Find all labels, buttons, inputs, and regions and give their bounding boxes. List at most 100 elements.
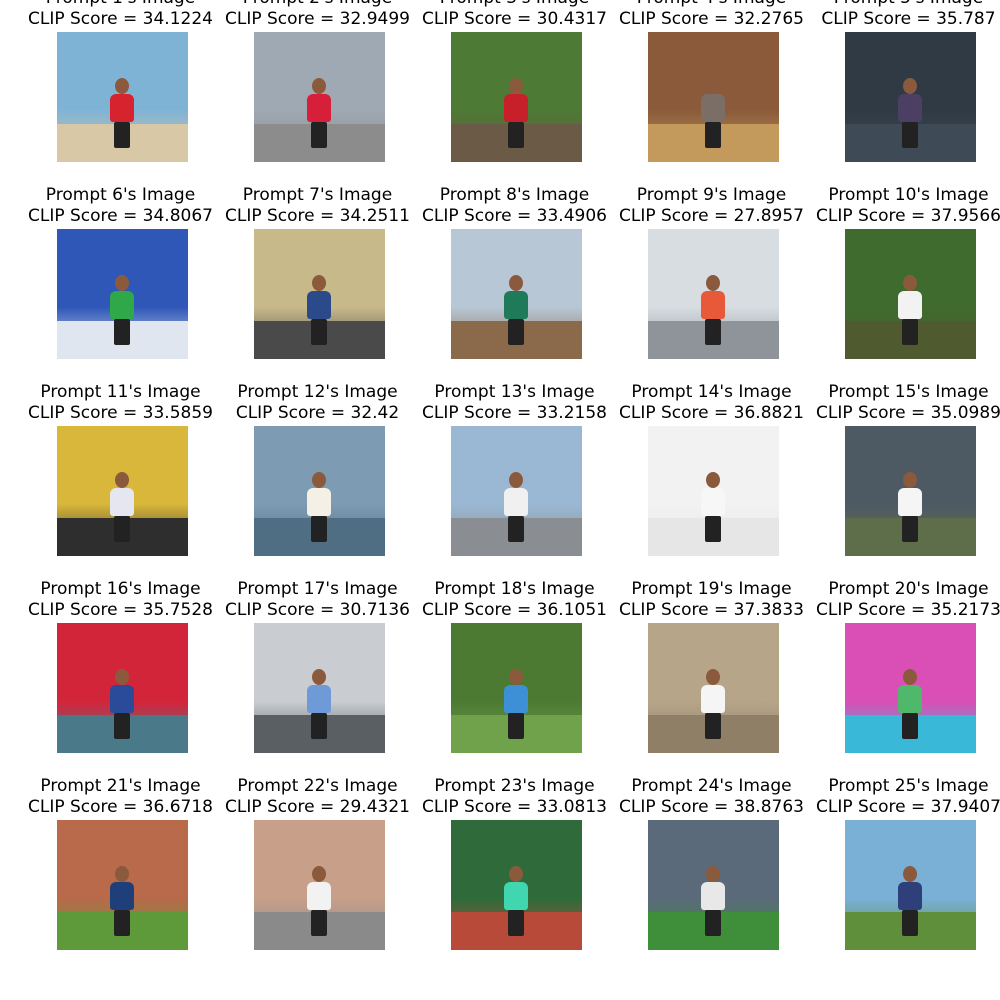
person-figure [896,472,924,542]
clip-score-label: CLIP Score = 37.9566 [816,206,1000,226]
person-head [115,275,129,291]
generated-image [451,820,582,950]
grid-cell: Prompt 16's Image CLIP Score = 35.7528 [22,579,219,788]
clip-score-label: CLIP Score = 37.3833 [619,600,804,620]
person-head [115,78,129,94]
grid-cell: Prompt 12's Image CLIP Score = 32.42 [219,382,416,591]
person-shirt [504,291,528,319]
cell-title: Prompt 7's Image [242,185,393,205]
person-shirt [307,882,331,910]
person-head [903,866,917,882]
person-figure [896,275,924,345]
person-head [509,275,523,291]
cell-title: Prompt 4's Image [613,0,810,9]
person-legs [705,713,721,739]
person-shirt [701,94,725,122]
generated-image [648,820,779,950]
person-shirt [701,488,725,516]
clip-score-label: CLIP Score = 33.4906 [422,206,607,226]
generated-image [845,229,976,359]
clip-score-label: CLIP Score = 27.8957 [619,206,804,226]
grid-cell: Prompt 10's Image CLIP Score = 37.9566 [810,185,1000,394]
person-figure [502,669,530,739]
generated-image [451,623,582,753]
generated-image [57,426,188,556]
person-figure [108,275,136,345]
cell-title: Prompt 3's Image [416,0,613,9]
clip-score-label: CLIP Score = 30.4317 [422,9,607,29]
person-legs [508,910,524,936]
generated-image [451,32,582,162]
cell-title: Prompt 22's Image [237,776,398,796]
person-figure [699,275,727,345]
person-head [115,472,129,488]
person-head [706,275,720,291]
generated-image [648,32,779,162]
person-figure [699,669,727,739]
person-shirt [504,685,528,713]
person-figure [699,866,727,936]
person-shirt [110,291,134,319]
person-legs [508,122,524,148]
person-shirt [110,488,134,516]
grid-cell: Prompt 3's ImageCLIP Score = 30.4317 [416,0,613,197]
person-head [509,866,523,882]
generated-image [57,32,188,162]
grid-cell: Prompt 9's Image CLIP Score = 27.8957 [613,185,810,394]
person-shirt [898,488,922,516]
person-head [509,78,523,94]
person-shirt [898,291,922,319]
cell-title: Prompt 8's Image [439,185,590,205]
person-shirt [110,882,134,910]
generated-image [451,229,582,359]
person-shirt [307,291,331,319]
cell-title: Prompt 19's Image [631,579,792,599]
person-legs [311,319,327,345]
person-figure [305,669,333,739]
grid-cell: Prompt 7's Image CLIP Score = 34.2511 [219,185,416,394]
person-legs [114,910,130,936]
person-legs [705,910,721,936]
grid-cell: Prompt 6's Image CLIP Score = 34.8067 [22,185,219,394]
cell-title: Prompt 13's Image [434,382,595,402]
cell-title: Prompt 1's Image [22,0,219,9]
person-head [509,669,523,685]
image-grid: Prompt 1's ImageCLIP Score = 34.1224 Prom… [0,0,1000,1000]
person-shirt [110,685,134,713]
cell-title: Prompt 12's Image [237,382,398,402]
person-legs [311,122,327,148]
clip-score-label: CLIP Score = 36.8821 [619,403,804,423]
person-head [706,78,720,94]
clip-score-label: CLIP Score = 34.1224 [28,9,213,29]
clip-score-label: CLIP Score = 36.6718 [28,797,213,817]
cell-title: Prompt 15's Image [828,382,989,402]
person-shirt [307,488,331,516]
generated-image [254,229,385,359]
clip-score-label: CLIP Score = 35.787 [821,9,996,29]
person-shirt [701,685,725,713]
grid-cell: Prompt 19's Image CLIP Score = 37.3833 [613,579,810,788]
clip-score-label: CLIP Score = 34.8067 [28,206,213,226]
person-shirt [701,291,725,319]
person-head [903,78,917,94]
person-shirt [898,882,922,910]
person-shirt [504,882,528,910]
person-legs [902,122,918,148]
grid-cell: Prompt 2's ImageCLIP Score = 32.9499 [219,0,416,197]
person-legs [114,713,130,739]
generated-image [451,426,582,556]
grid-cell: Prompt 17's Image CLIP Score = 30.7136 [219,579,416,788]
clip-score-label: CLIP Score = 32.9499 [225,9,410,29]
cell-title: Prompt 21's Image [40,776,201,796]
person-figure [108,78,136,148]
generated-image [254,623,385,753]
person-shirt [307,94,331,122]
cell-title: Prompt 23's Image [434,776,595,796]
person-figure [896,78,924,148]
person-legs [508,319,524,345]
person-head [312,472,326,488]
person-figure [108,472,136,542]
person-shirt [504,488,528,516]
generated-image [254,820,385,950]
person-figure [305,866,333,936]
